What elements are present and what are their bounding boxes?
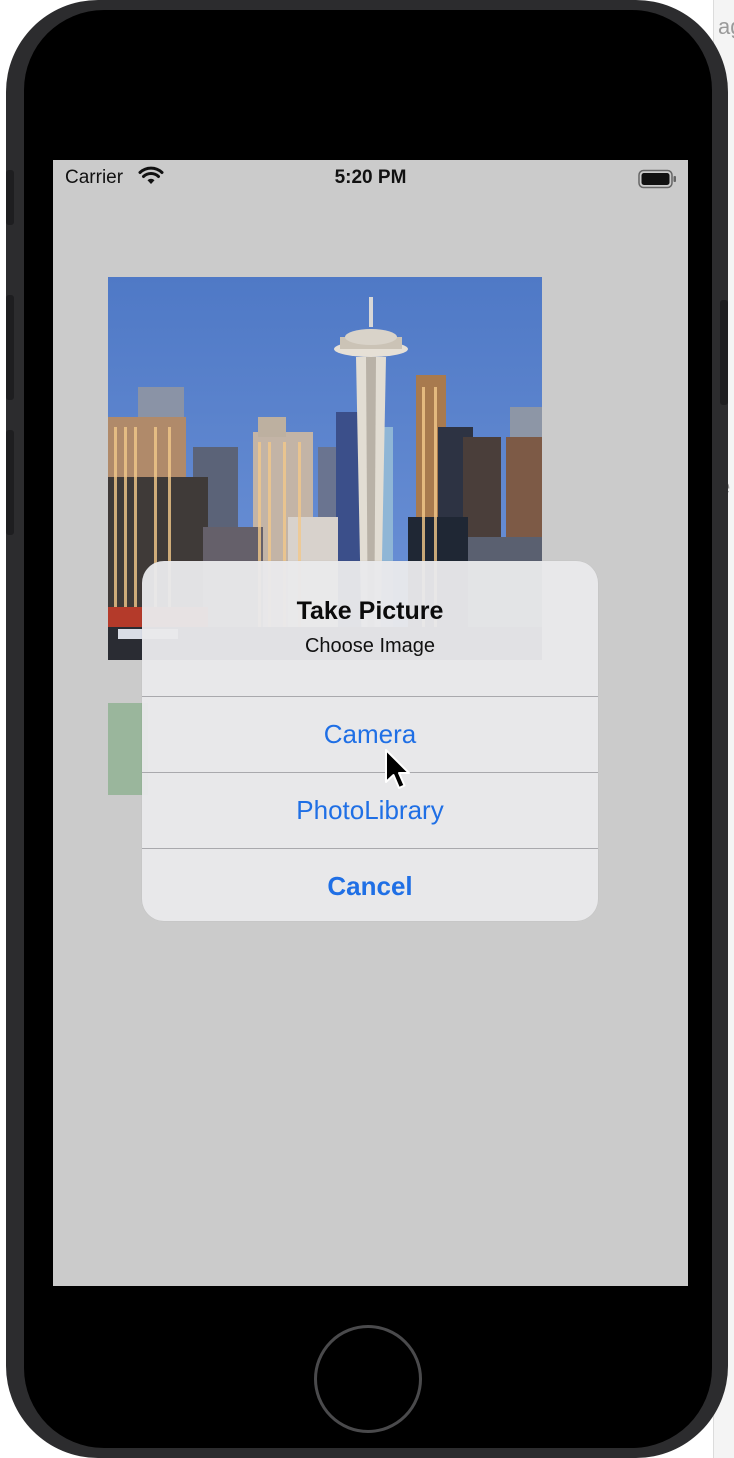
volume-up-button [6, 295, 14, 400]
device-screen: Carrier 5:20 PM Take Picture Choose Imag… [53, 160, 688, 1286]
home-button[interactable] [314, 1325, 422, 1433]
background-text-fragment: ag [718, 14, 734, 39]
battery-icon [638, 169, 678, 194]
alert-header: Take Picture Choose Image [142, 561, 598, 696]
mouse-pointer-icon [384, 748, 414, 797]
alert-message: Choose Image [304, 635, 436, 657]
status-time: 5:20 PM [334, 167, 407, 188]
power-button [720, 300, 728, 405]
alert-dialog: Take Picture Choose Image Camera PhotoLi… [142, 561, 598, 921]
volume-down-button [6, 430, 14, 535]
cancel-button[interactable]: Cancel [142, 848, 598, 921]
mute-switch [6, 170, 14, 225]
camera-button[interactable]: Camera [142, 696, 598, 772]
status-bar: Carrier 5:20 PM [53, 160, 688, 198]
photo-library-button[interactable]: PhotoLibrary [142, 772, 598, 848]
alert-title: Take Picture [296, 597, 444, 625]
